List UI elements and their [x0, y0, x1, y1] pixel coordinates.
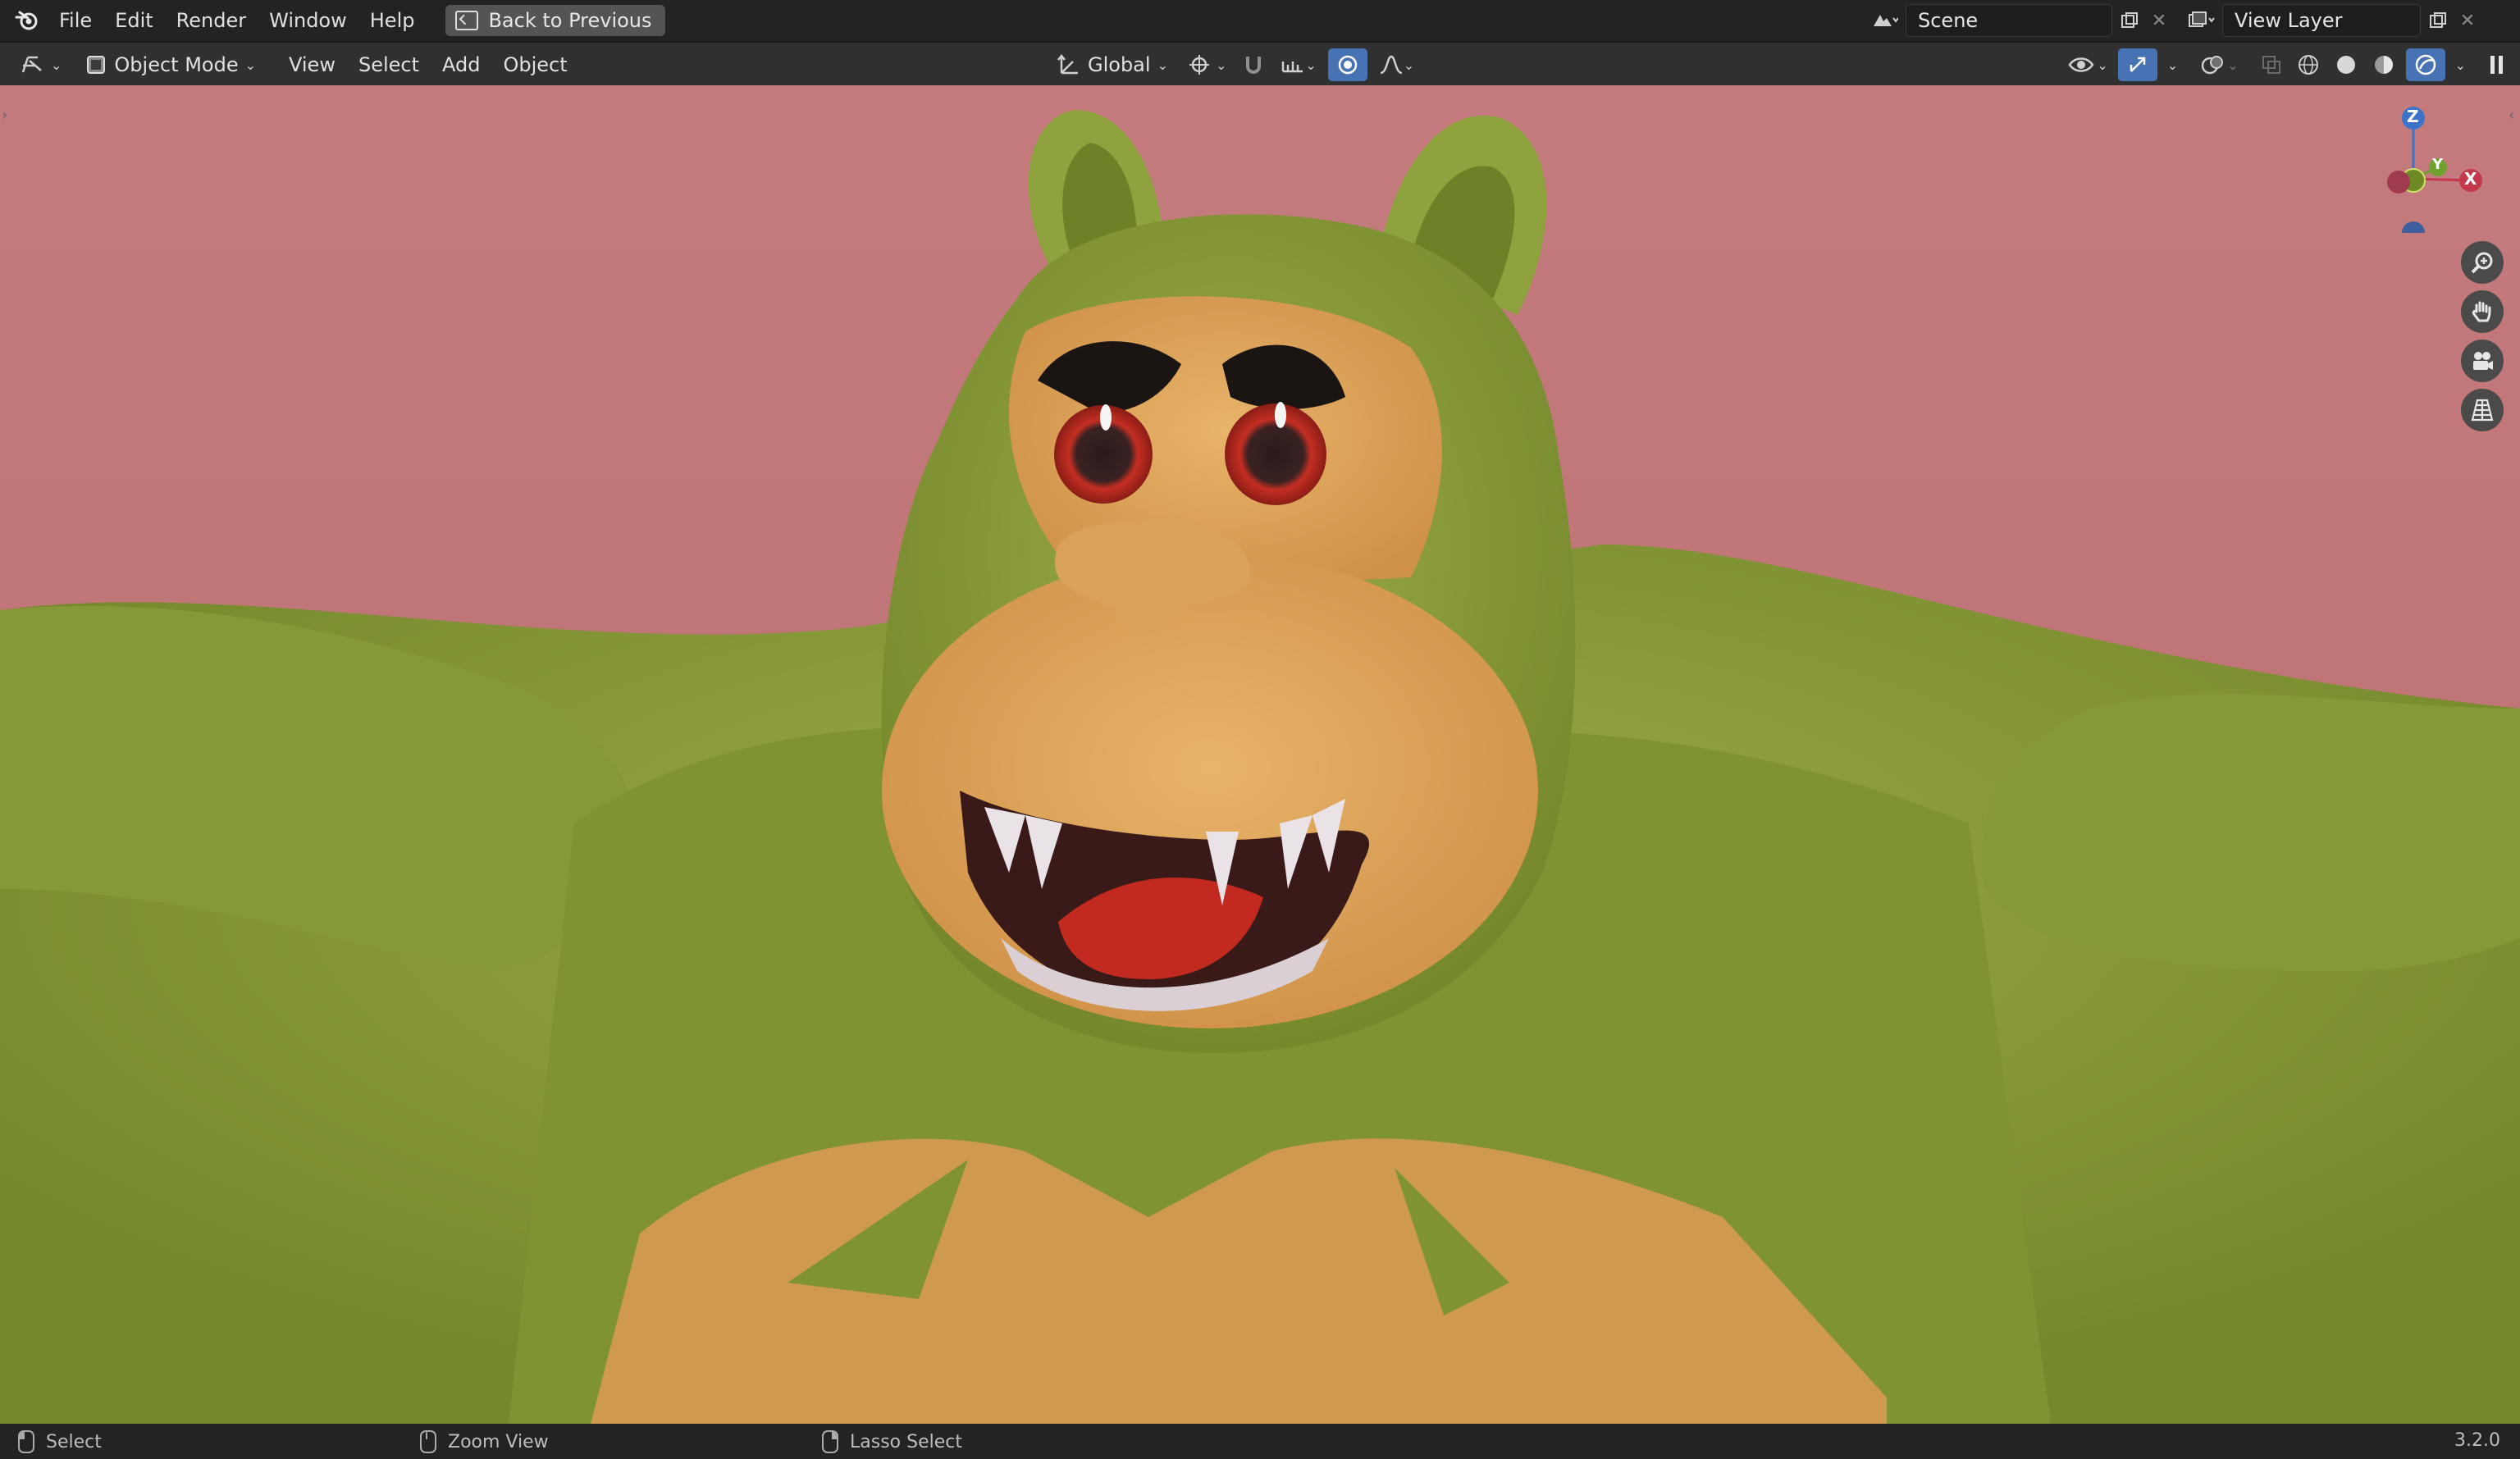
- menu-add[interactable]: Add: [431, 53, 491, 76]
- object-mode-dropdown[interactable]: Object Mode ⌄: [76, 48, 264, 81]
- blender-logo-icon[interactable]: [7, 0, 48, 41]
- menu-window[interactable]: Window: [258, 9, 358, 32]
- zoom-icon: [2471, 252, 2493, 274]
- shading-material[interactable]: [2368, 48, 2399, 81]
- status-lasso: Lasso Select: [822, 1430, 962, 1453]
- xray-toggle[interactable]: [2257, 48, 2286, 81]
- status-bar: Select Zoom View Lasso Select 3.2.0: [0, 1424, 2520, 1459]
- pause-icon: [2490, 56, 2503, 74]
- menu-edit[interactable]: Edit: [103, 9, 164, 32]
- transform-orientation-label: Global: [1088, 53, 1151, 76]
- scene-name-field[interactable]: Scene: [1906, 4, 2112, 37]
- gizmo-z-label: Z: [2407, 107, 2419, 126]
- status-select: Select: [18, 1430, 102, 1453]
- gizmo-x-label: X: [2464, 169, 2477, 189]
- back-to-previous-label: Back to Previous: [488, 9, 652, 32]
- object-mode-label: Object Mode: [114, 53, 239, 76]
- proportional-edit-toggle[interactable]: [1327, 48, 1367, 81]
- camera-icon: [2473, 352, 2493, 370]
- status-zoom: Zoom View: [420, 1430, 549, 1453]
- menu-help[interactable]: Help: [358, 9, 427, 32]
- rendered-monster-model: [0, 110, 2520, 1424]
- editor-type-icon: [21, 56, 42, 73]
- proportional-falloff-dropdown[interactable]: ⌄: [1376, 48, 1418, 81]
- viewport-header: ⌄ Object Mode ⌄ View Select Add Object G…: [0, 41, 2520, 87]
- shading-dropdown[interactable]: ⌄: [2452, 48, 2469, 81]
- pivot-icon: [1189, 55, 1209, 75]
- top-bar: File Edit Render Window Help Back to Pre…: [0, 0, 2520, 41]
- snap-toggle[interactable]: [1238, 48, 1269, 81]
- sidebar-collapse-tab[interactable]: ‹: [2509, 107, 2518, 128]
- menu-select[interactable]: Select: [347, 53, 431, 76]
- pan-button[interactable]: [2461, 290, 2504, 333]
- overlay-toggle[interactable]: ⌄: [2196, 48, 2241, 81]
- mouse-right-icon: [822, 1430, 838, 1453]
- viewport-right-controls: ⌄ ⌄ ⌄ ⌄: [2064, 48, 2510, 81]
- gizmo-icon: [2130, 57, 2146, 72]
- new-view-layer-icon[interactable]: [2424, 5, 2452, 36]
- scene-selector: Scene ✕ View Layer ✕: [1866, 4, 2480, 37]
- falloff-icon: [1380, 55, 1403, 75]
- transform-controls: Global ⌄ ⌄ ⌄ ⌄: [1048, 48, 1418, 81]
- hand-pan-icon: [2472, 301, 2491, 322]
- menu-file[interactable]: File: [48, 9, 103, 32]
- shading-solid[interactable]: [2331, 48, 2362, 81]
- menu-object[interactable]: Object: [491, 53, 578, 76]
- view-layer-field[interactable]: View Layer: [2222, 4, 2421, 37]
- view-layer-browse-icon[interactable]: [2183, 5, 2219, 36]
- editor-type-dropdown[interactable]: ⌄: [11, 48, 70, 81]
- shading-rendered[interactable]: [2405, 48, 2445, 81]
- material-shading-icon: [2374, 56, 2393, 74]
- zoom-button[interactable]: [2461, 241, 2504, 284]
- pivot-point-dropdown[interactable]: ⌄: [1185, 48, 1230, 81]
- back-to-previous-button[interactable]: Back to Previous: [445, 5, 665, 36]
- solid-shading-icon: [2336, 56, 2355, 74]
- transform-orientation-icon: [1057, 53, 1078, 75]
- toolbar-collapse-tab[interactable]: ›: [2, 107, 11, 128]
- ortho-grid-icon: [2471, 399, 2494, 422]
- gizmo-toggle[interactable]: [2117, 48, 2157, 81]
- visibility-icon: [2068, 57, 2094, 72]
- mouse-middle-icon: [420, 1430, 436, 1453]
- status-zoom-label: Zoom View: [448, 1431, 549, 1452]
- scene-name: Scene: [1918, 9, 1979, 32]
- version-label: 3.2.0: [2454, 1430, 2500, 1451]
- transform-orientation-dropdown[interactable]: Global ⌄: [1048, 48, 1176, 81]
- new-scene-icon[interactable]: [2116, 5, 2143, 36]
- view-layer-name: View Layer: [2235, 9, 2343, 32]
- scene-browse-icon[interactable]: [1866, 5, 1902, 36]
- pause-render-button[interactable]: [2484, 48, 2510, 81]
- wireframe-shading-icon: [2298, 55, 2318, 75]
- xray-icon: [2262, 56, 2280, 74]
- camera-view-button[interactable]: [2461, 340, 2504, 382]
- snap-icon: [1246, 57, 1262, 74]
- status-select-label: Select: [46, 1431, 102, 1452]
- proportional-edit-icon: [1338, 55, 1358, 75]
- menu-render[interactable]: Render: [165, 9, 258, 32]
- status-lasso-label: Lasso Select: [850, 1431, 962, 1452]
- ortho-toggle-button[interactable]: [2461, 389, 2504, 431]
- object-mode-icon: [87, 56, 106, 74]
- back-icon: [455, 11, 479, 30]
- 3d-viewport[interactable]: Z X Y › ‹: [0, 85, 2520, 1424]
- unlink-scene-icon[interactable]: ✕: [2147, 5, 2171, 36]
- menu-view[interactable]: View: [277, 53, 347, 76]
- overlay-icon: [2201, 56, 2224, 75]
- snap-increment-icon: [1282, 62, 1303, 73]
- navigation-gizmo[interactable]: Z X Y: [2356, 102, 2504, 244]
- gizmo-dropdown[interactable]: ⌄: [2164, 48, 2181, 81]
- visibility-dropdown[interactable]: ⌄: [2064, 48, 2111, 81]
- gizmo-y-label: Y: [2432, 156, 2444, 173]
- rendered-shading-icon: [2415, 54, 2436, 75]
- snap-target-dropdown[interactable]: ⌄: [1277, 48, 1319, 81]
- remove-view-layer-icon[interactable]: ✕: [2455, 5, 2480, 36]
- shading-wireframe[interactable]: [2293, 48, 2324, 81]
- mouse-left-icon: [18, 1430, 34, 1453]
